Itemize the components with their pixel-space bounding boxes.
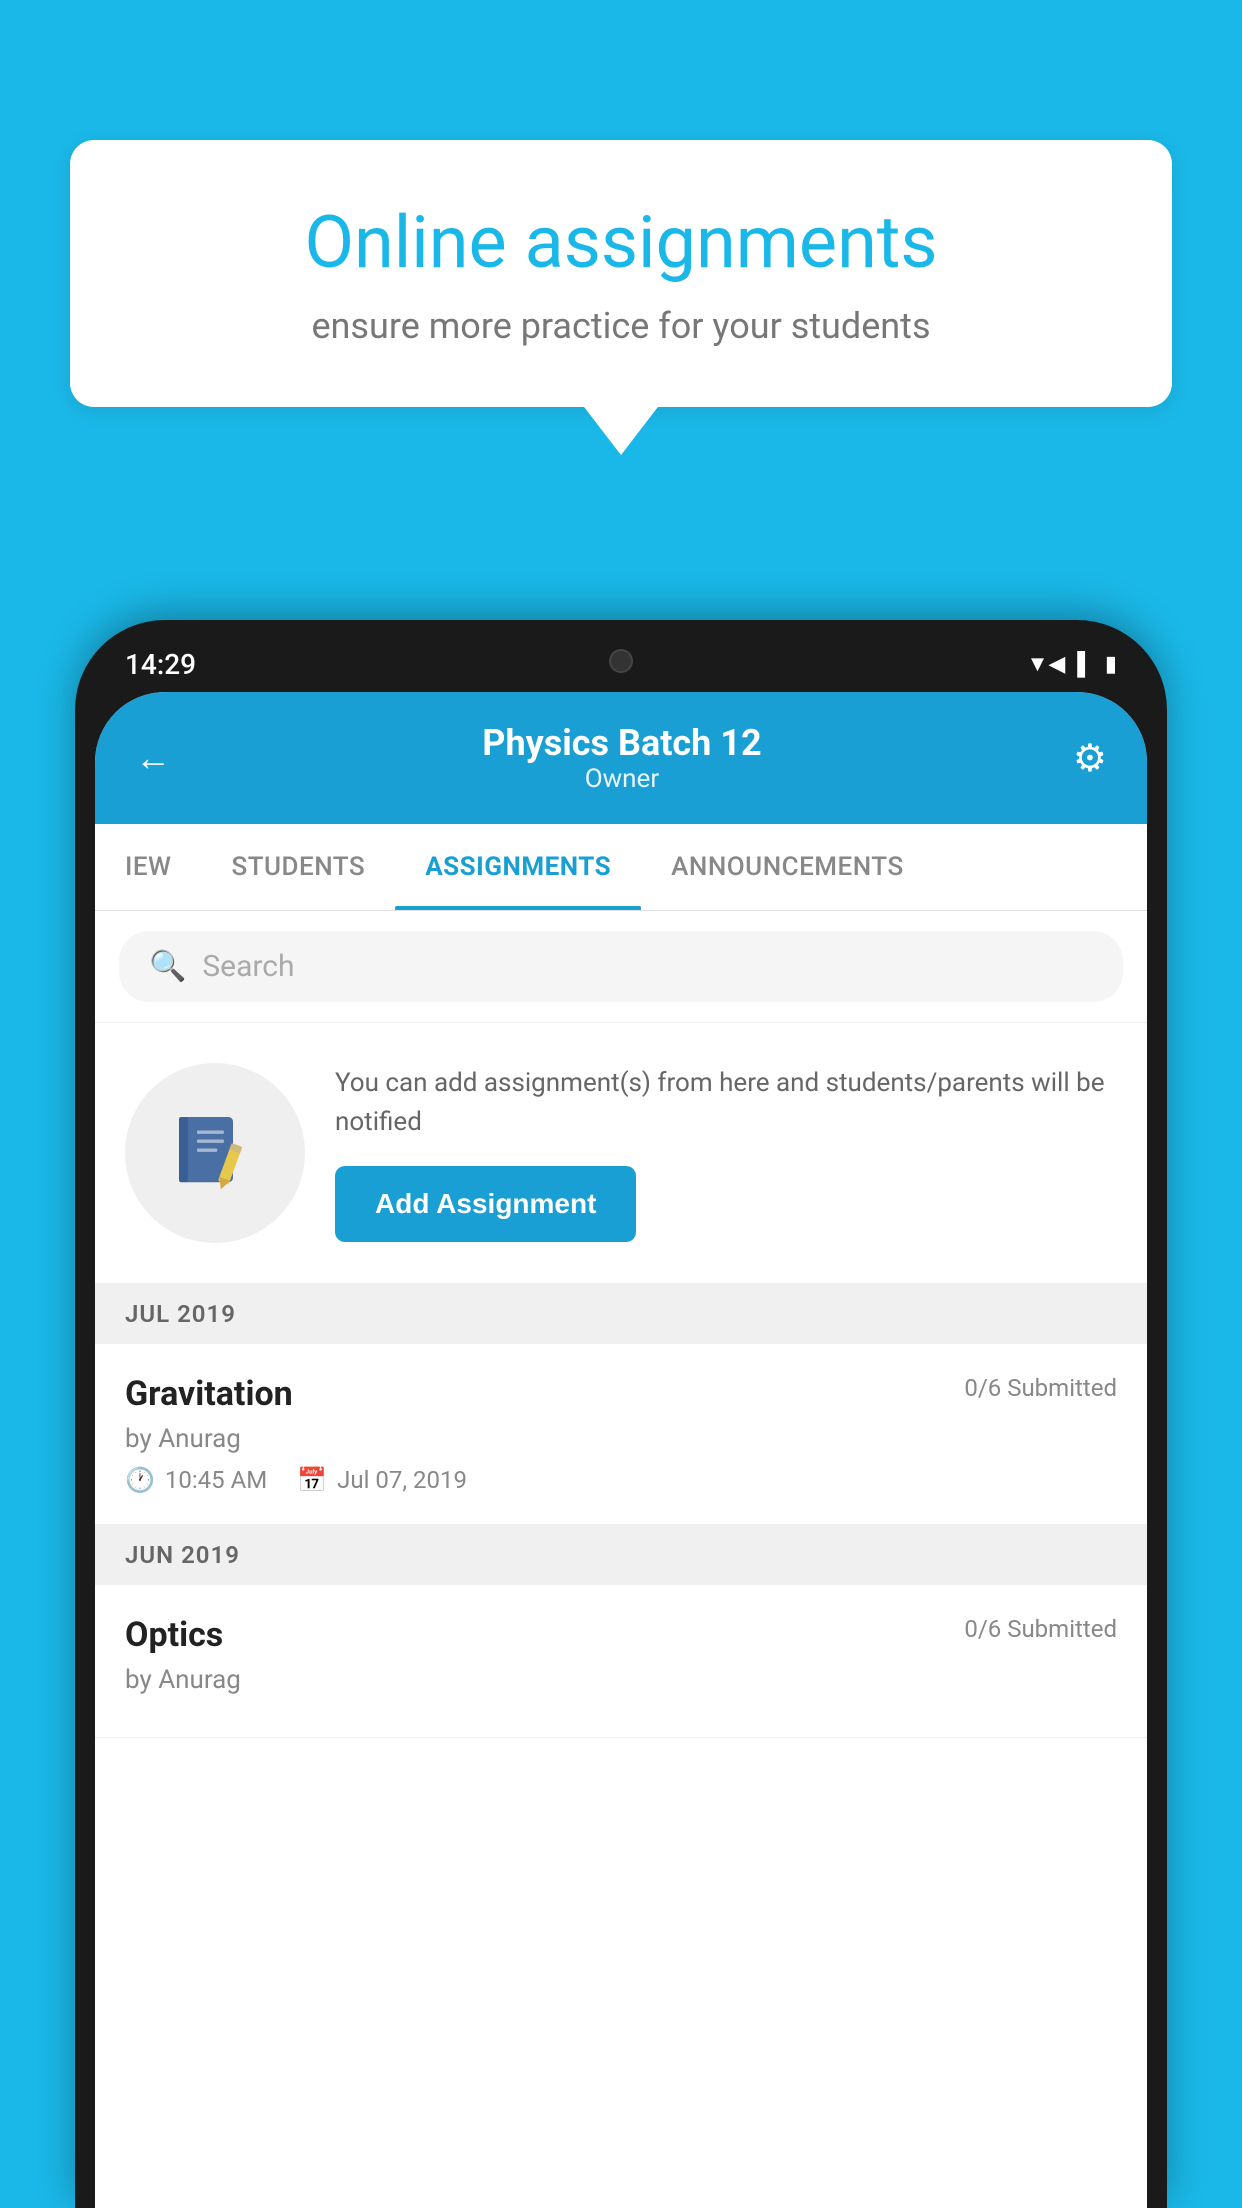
search-icon: 🔍 <box>149 949 186 984</box>
header-subtitle: Owner <box>482 764 761 794</box>
notebook-icon <box>170 1108 260 1198</box>
assignment-meta: 🕐 10:45 AM 📅 Jul 07, 2019 <box>125 1466 1117 1494</box>
speech-bubble-container: Online assignments ensure more practice … <box>70 140 1172 407</box>
phone-frame: 14:29 ▼◀ ▌ ▮ ← Physics Batch 12 Owner ⚙ … <box>75 620 1167 2208</box>
assignment-item-optics[interactable]: Optics 0/6 Submitted by Anurag <box>95 1585 1147 1738</box>
tab-students[interactable]: STUDENTS <box>201 824 395 910</box>
phone-camera <box>609 649 633 673</box>
search-placeholder: Search <box>202 949 294 984</box>
tab-announcements[interactable]: ANNOUNCEMENTS <box>641 824 934 910</box>
search-container: 🔍 Search <box>95 911 1147 1023</box>
month-header-jul: JUL 2019 <box>95 1284 1147 1344</box>
settings-icon[interactable]: ⚙ <box>1073 736 1107 781</box>
clock-icon: 🕐 <box>125 1466 155 1494</box>
month-header-jun: JUN 2019 <box>95 1525 1147 1585</box>
header-title-group: Physics Batch 12 Owner <box>482 722 761 794</box>
assignment-item-header: Gravitation 0/6 Submitted <box>125 1374 1117 1414</box>
assignment-item-header-optics: Optics 0/6 Submitted <box>125 1615 1117 1655</box>
notebook-icon-circle <box>125 1063 305 1243</box>
add-assignment-content: You can add assignment(s) from here and … <box>335 1064 1117 1242</box>
speech-bubble-title: Online assignments <box>140 200 1102 285</box>
add-assignment-button[interactable]: Add Assignment <box>335 1166 636 1242</box>
assignment-submitted-optics: 0/6 Submitted <box>964 1615 1117 1643</box>
assignment-time: 🕐 10:45 AM <box>125 1466 267 1494</box>
status-icons: ▼◀ ▌ ▮ <box>1027 651 1137 677</box>
battery-icon: ▮ <box>1105 652 1117 677</box>
assignment-title-optics: Optics <box>125 1615 223 1655</box>
speech-bubble-subtitle: ensure more practice for your students <box>140 305 1102 347</box>
status-time: 14:29 <box>105 648 196 681</box>
back-button[interactable]: ← <box>135 737 171 779</box>
wifi-icon: ▼◀ <box>1027 651 1066 677</box>
tab-assignments[interactable]: ASSIGNMENTS <box>395 824 641 910</box>
phone-notch <box>541 640 701 682</box>
calendar-icon: 📅 <box>297 1466 327 1494</box>
assignment-author-optics: by Anurag <box>125 1665 1117 1695</box>
tabs-container: IEW STUDENTS ASSIGNMENTS ANNOUNCEMENTS <box>95 824 1147 911</box>
assignment-title: Gravitation <box>125 1374 293 1414</box>
search-bar[interactable]: 🔍 Search <box>119 931 1123 1002</box>
assignment-author: by Anurag <box>125 1424 1117 1454</box>
speech-bubble: Online assignments ensure more practice … <box>70 140 1172 407</box>
app-screen: ← Physics Batch 12 Owner ⚙ IEW STUDENTS … <box>95 692 1147 2208</box>
assignment-item-gravitation[interactable]: Gravitation 0/6 Submitted by Anurag 🕐 10… <box>95 1344 1147 1525</box>
add-assignment-description: You can add assignment(s) from here and … <box>335 1064 1117 1142</box>
app-header: ← Physics Batch 12 Owner ⚙ <box>95 692 1147 824</box>
assignment-date: 📅 Jul 07, 2019 <box>297 1466 467 1494</box>
tab-view[interactable]: IEW <box>95 824 201 910</box>
header-title: Physics Batch 12 <box>482 722 761 764</box>
add-assignment-section: You can add assignment(s) from here and … <box>95 1023 1147 1284</box>
signal-icon: ▌ <box>1077 651 1093 677</box>
assignment-submitted: 0/6 Submitted <box>964 1374 1117 1402</box>
